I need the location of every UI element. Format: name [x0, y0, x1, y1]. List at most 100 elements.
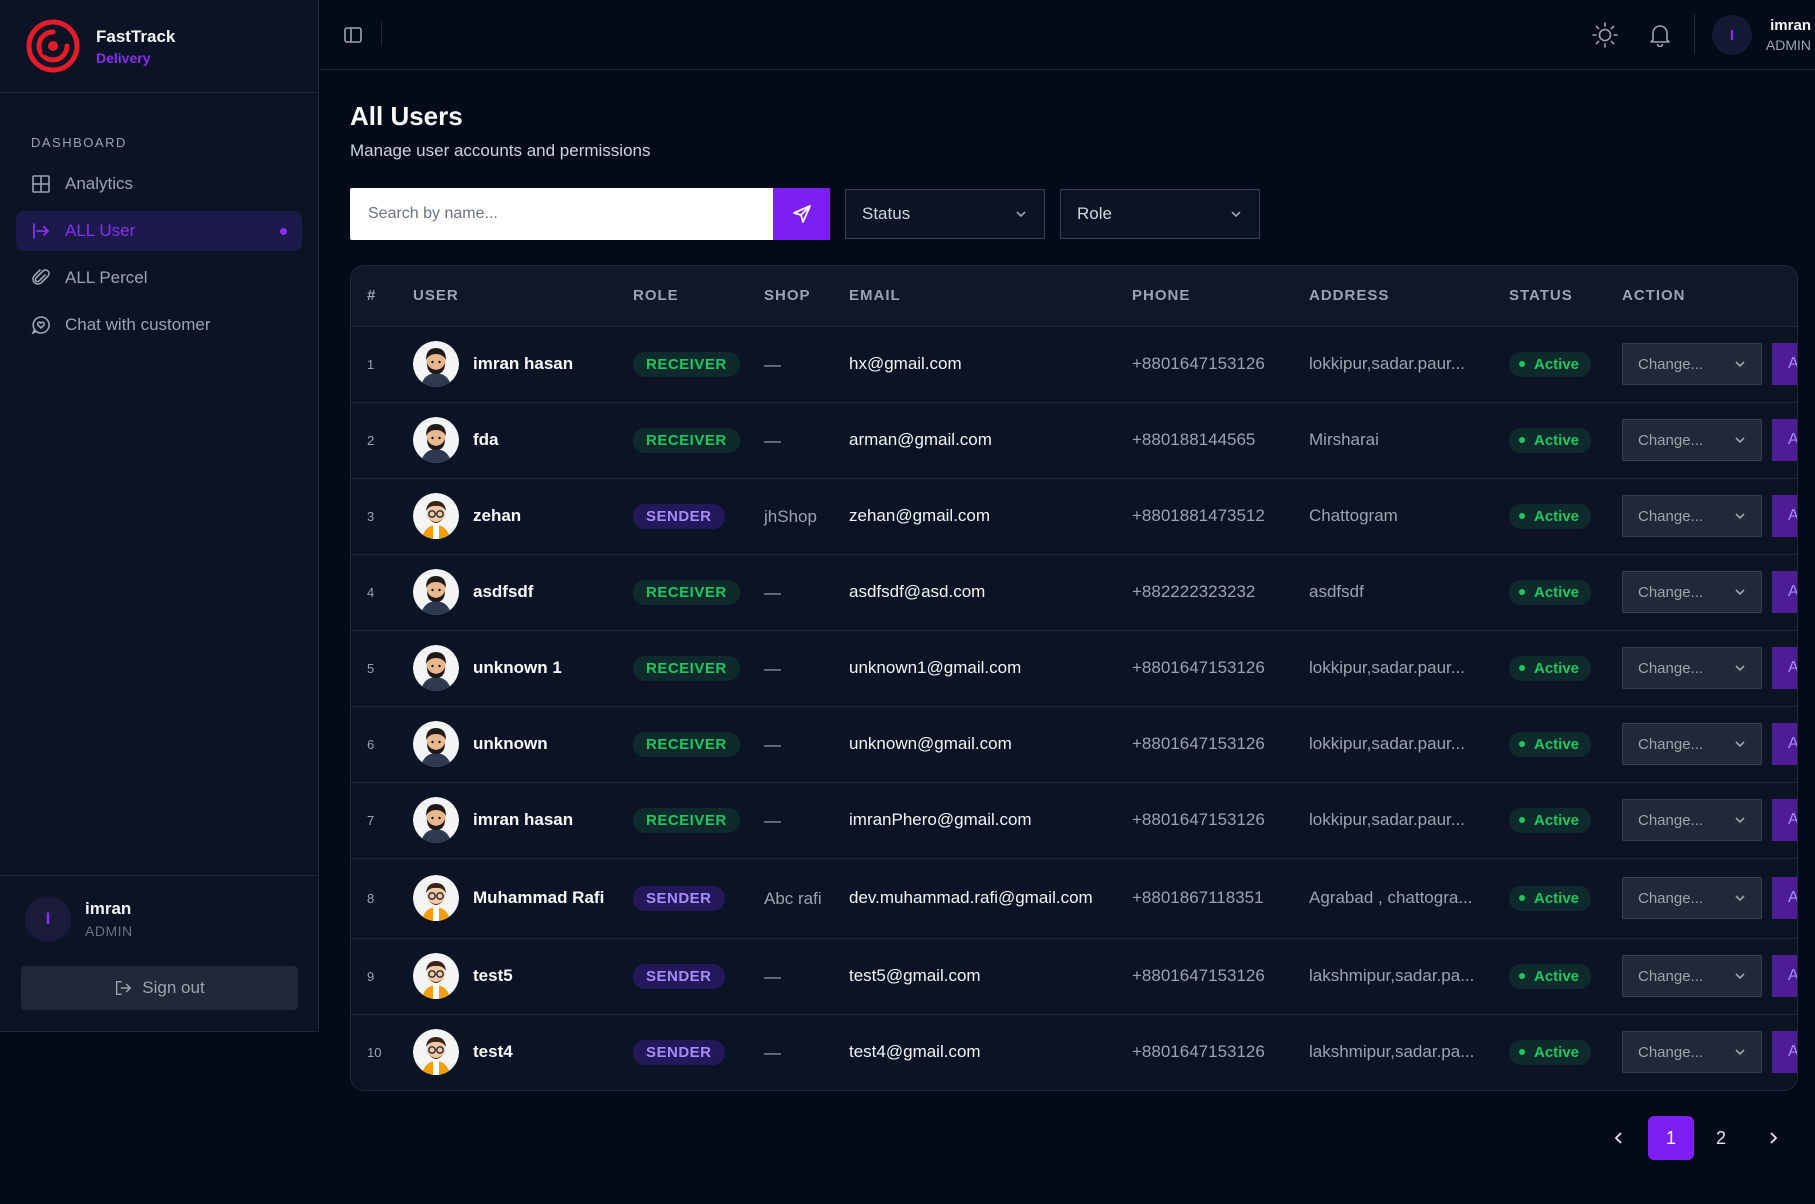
apply-button[interactable]: A [1772, 1031, 1797, 1074]
sun-icon[interactable] [1591, 21, 1619, 49]
sidebar-item-label: Analytics [65, 174, 134, 193]
page-button-1[interactable]: 1 [1648, 1116, 1694, 1160]
apply-button[interactable]: A [1772, 419, 1797, 461]
sidebar-toggle-icon[interactable] [343, 25, 363, 45]
topbar-user[interactable]: imran ADMIN [1763, 17, 1811, 53]
change-role-label: Change... [1638, 811, 1704, 829]
status-badge: Active [1509, 655, 1592, 681]
col-header-address: ADDRESS [1309, 266, 1509, 326]
page-button-2[interactable]: 2 [1698, 1116, 1744, 1160]
grid-icon [32, 175, 50, 193]
chevron-down-icon [1735, 1049, 1745, 1056]
apply-button[interactable]: A [1772, 799, 1797, 841]
action-cell: Change... A [1622, 723, 1797, 765]
shop-name: — [764, 629, 849, 706]
avatar [413, 797, 459, 843]
sidebar-item-chat[interactable]: Chat with customer [16, 305, 302, 345]
sidebar-item-label: Chat with customer [65, 315, 211, 334]
row-number: 8 [351, 857, 413, 938]
change-role-select[interactable]: Change... [1622, 877, 1762, 919]
table-row: 1 imran hasan RECEIVER — hx@gmail.com +880164… [351, 325, 1797, 402]
change-role-select[interactable]: Change... [1622, 343, 1762, 385]
role-badge: RECEIVER [633, 427, 740, 453]
chevron-down-icon [1016, 211, 1026, 218]
user-address: lakshmipur,sadar.pa... [1309, 1013, 1509, 1090]
apply-button[interactable]: A [1772, 571, 1797, 613]
apply-button[interactable]: A [1772, 955, 1797, 997]
user-phone: +8801647153126 [1132, 705, 1309, 782]
col-header-phone: PHONE [1132, 266, 1309, 326]
user-cell: unknown 1 [413, 645, 633, 691]
sidebar-item-all-percel[interactable]: ALL Percel [16, 258, 302, 298]
user-address: lakshmipur,sadar.pa... [1309, 937, 1509, 1014]
change-role-label: Change... [1638, 355, 1704, 373]
change-role-select[interactable]: Change... [1622, 799, 1762, 841]
change-role-select[interactable]: Change... [1622, 723, 1762, 765]
user-address: asdfsdf [1309, 553, 1509, 630]
apply-button[interactable]: A [1772, 877, 1797, 919]
sidebar-item-label: ALL Percel [65, 268, 148, 287]
chevron-down-icon [1735, 589, 1745, 596]
status-dot [1519, 817, 1525, 823]
table-row: 8 Muhammad Rafi SENDER Abc rafi dev.muhammad… [351, 857, 1797, 938]
avatar [413, 953, 459, 999]
search-input[interactable] [368, 205, 748, 223]
user-address: Mirsharai [1309, 401, 1509, 478]
apply-button[interactable]: A [1772, 647, 1797, 689]
user-email: dev.muhammad.rafi@gmail.com [849, 857, 1132, 938]
table-row: 9 test5 SENDER — test5@gmail.com +88016471531… [351, 937, 1797, 1014]
logout-icon [116, 980, 132, 996]
change-role-label: Change... [1638, 1043, 1704, 1061]
brand[interactable]: FastTrack Delivery [0, 0, 318, 93]
status-filter-select[interactable]: Status [845, 189, 1045, 239]
status-dot [1519, 361, 1525, 367]
status-label: Active [1534, 735, 1580, 753]
user-phone: +8801647153126 [1132, 325, 1309, 402]
next-page-button[interactable] [1750, 1116, 1796, 1160]
apply-button[interactable]: A [1772, 495, 1797, 537]
user-phone: +880188144565 [1132, 401, 1309, 478]
avatar[interactable]: I [1712, 15, 1752, 55]
sign-out-button[interactable]: Sign out [21, 966, 298, 1010]
change-role-select[interactable]: Change... [1622, 419, 1762, 461]
shop-name: — [764, 325, 849, 402]
sidebar-item-all-user[interactable]: ALL User [16, 211, 302, 251]
user-name: imran hasan [473, 810, 574, 829]
change-role-select[interactable]: Change... [1622, 1031, 1762, 1074]
role-badge: RECEIVER [633, 351, 740, 377]
action-cell: Change... A [1622, 955, 1797, 997]
divider [1694, 14, 1695, 54]
status-badge: Active [1509, 963, 1592, 989]
prev-page-button[interactable] [1596, 1116, 1642, 1160]
shop-name: — [764, 937, 849, 1014]
user-address: lokkipur,sadar.paur... [1309, 629, 1509, 706]
change-role-label: Change... [1638, 659, 1704, 677]
arrow-right-bar-icon [33, 223, 50, 239]
change-role-select[interactable]: Change... [1622, 495, 1762, 537]
active-dot [280, 227, 287, 235]
status-dot [1519, 513, 1525, 519]
avatar [413, 341, 459, 387]
apply-button[interactable]: A [1772, 343, 1797, 385]
sidebar-item-analytics[interactable]: Analytics [16, 164, 302, 204]
search-button[interactable] [773, 188, 830, 240]
row-number: 1 [351, 325, 413, 402]
user-cell: fda [413, 417, 633, 463]
table-row: 6 unknown RECEIVER — unknown@gmail.com +88016… [351, 705, 1797, 782]
user-name: imran [85, 899, 132, 918]
chevron-down-icon [1735, 437, 1745, 444]
user-phone: +8801647153126 [1132, 781, 1309, 858]
change-role-select[interactable]: Change... [1622, 955, 1762, 997]
bell-icon[interactable] [1649, 23, 1671, 47]
role-filter-select[interactable]: Role [1060, 189, 1260, 239]
change-role-select[interactable]: Change... [1622, 647, 1762, 689]
status-badge: Active [1509, 351, 1592, 377]
apply-button[interactable]: A [1772, 723, 1797, 765]
change-role-label: Change... [1638, 583, 1704, 601]
change-role-select[interactable]: Change... [1622, 571, 1762, 613]
user-cell: unknown [413, 721, 633, 767]
user-email: zehan@gmail.com [849, 477, 1132, 554]
status-dot [1519, 1049, 1525, 1056]
avatar [413, 875, 459, 921]
change-role-label: Change... [1638, 967, 1704, 985]
